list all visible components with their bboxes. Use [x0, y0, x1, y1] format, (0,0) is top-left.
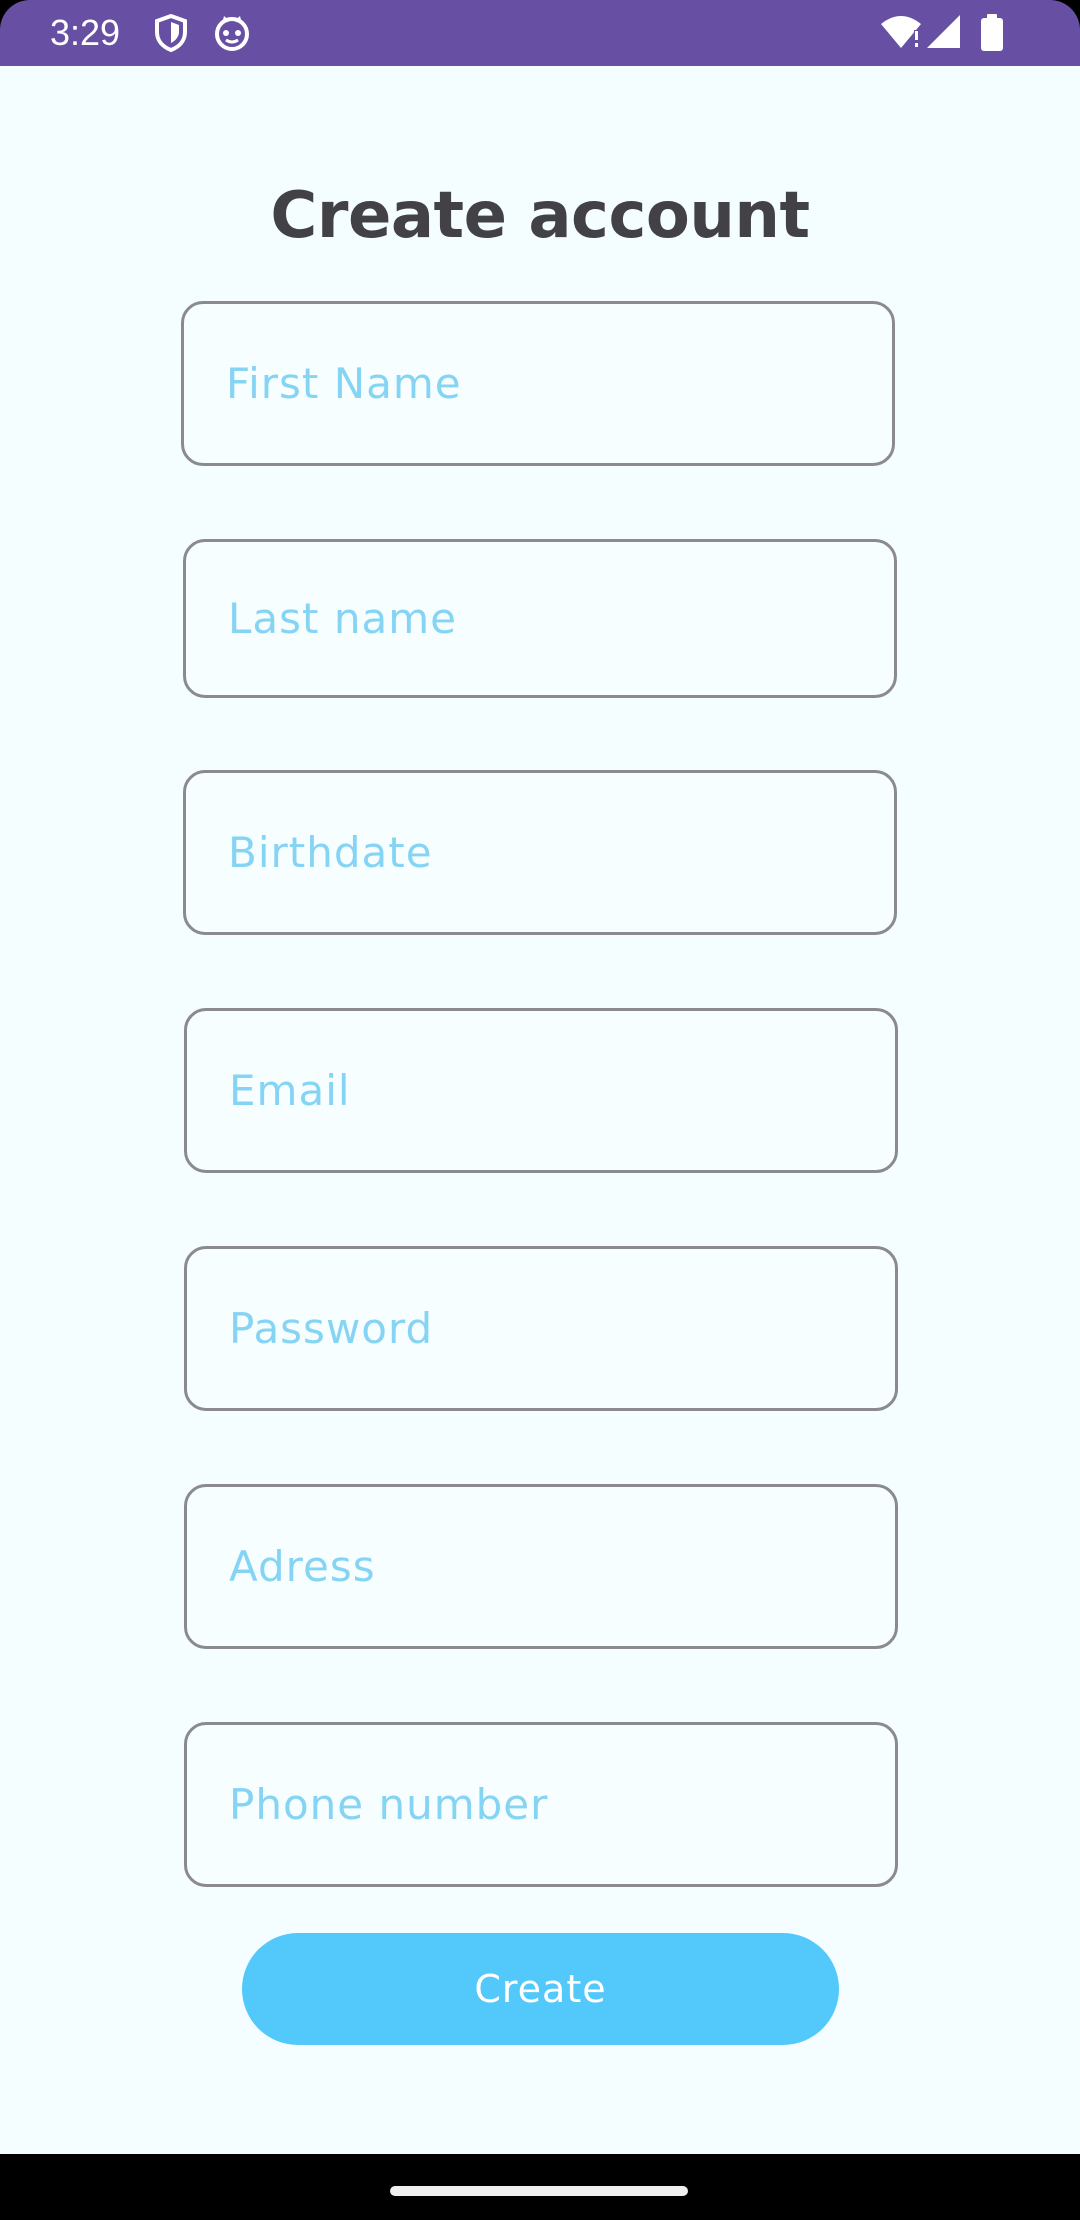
birthdate-input[interactable]: [186, 773, 894, 932]
phone-number-field[interactable]: [184, 1722, 898, 1887]
email-input[interactable]: [187, 1011, 895, 1170]
password-input[interactable]: [187, 1249, 895, 1408]
birthdate-field[interactable]: [183, 770, 897, 935]
last-name-field[interactable]: [183, 539, 897, 698]
address-input[interactable]: [187, 1487, 895, 1646]
first-name-input[interactable]: [184, 304, 892, 463]
cell-signal-icon: [926, 14, 962, 54]
password-field[interactable]: [184, 1246, 898, 1411]
shield-icon: [154, 13, 188, 56]
email-field[interactable]: [184, 1008, 898, 1173]
page-title: Create account: [270, 179, 810, 253]
create-account-screen: Create account: [0, 66, 1080, 2154]
navigation-bar: [0, 2154, 1080, 2220]
phone-number-input[interactable]: [187, 1725, 895, 1884]
create-button[interactable]: Create: [242, 1933, 839, 2045]
last-name-input[interactable]: [186, 542, 894, 695]
status-bar: 3:29: [0, 0, 1080, 66]
battery-icon: [980, 14, 1004, 56]
home-handle[interactable]: [390, 2186, 688, 2196]
status-time: 3:29: [50, 12, 121, 53]
address-field[interactable]: [184, 1484, 898, 1649]
cat-face-icon: [214, 14, 250, 56]
first-name-field[interactable]: [181, 301, 895, 466]
wifi-alert-icon: [880, 14, 922, 54]
